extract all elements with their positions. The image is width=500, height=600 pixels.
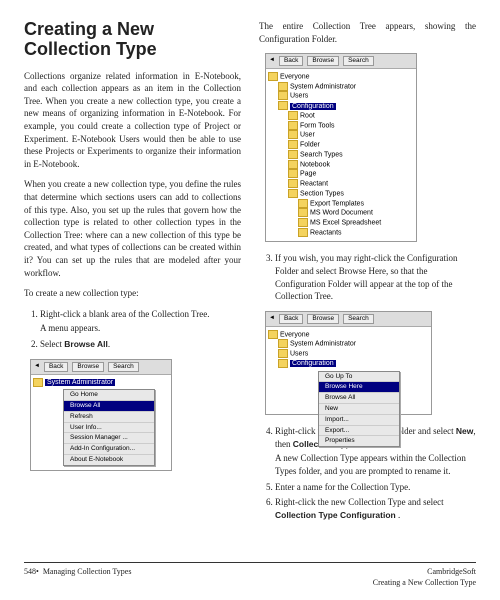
menu-item-browse-all[interactable]: Browse All [319,393,399,404]
back-arrow-icon: ◄ [269,57,275,64]
folder-icon [278,82,288,91]
tree-row[interactable]: Notebook [268,160,414,170]
page-title: Creating a New Collection Type [24,20,241,60]
tree-row[interactable]: Users [268,349,429,359]
footer-right-2: Creating a New Collection Type [373,577,476,588]
search-button[interactable]: Search [343,314,374,324]
browse-button[interactable]: Browse [307,56,339,66]
tree-row[interactable]: MS Word Document [268,208,414,218]
menu-item-refresh[interactable]: Refresh [64,412,154,423]
tree-row[interactable]: Root [268,111,414,121]
back-button[interactable]: Back [44,362,68,372]
menu-item-session-manager[interactable]: Session Manager ... [64,433,154,444]
folder-icon [288,169,298,178]
tree-row[interactable]: System Administrator [33,378,169,388]
menu-item-user-info[interactable]: User Info... [64,423,154,434]
tree-row[interactable]: Search Types [268,150,414,160]
menu-item-go-up[interactable]: Go Up To [319,372,399,383]
folder-icon [288,121,298,130]
step-1-sub: A menu appears. [40,322,241,335]
tree-row[interactable]: Page [268,169,414,179]
tree-row[interactable]: System Administrator [268,82,414,92]
back-button[interactable]: Back [279,56,303,66]
step-6: Right-click the new Collection Type and … [275,496,476,521]
back-arrow-icon: ◄ [34,363,40,370]
toolbar: ◄ Back Browse Search [31,360,171,375]
menu-item-browse-here[interactable]: Browse Here [319,382,399,393]
folder-icon [298,218,308,227]
footer-right-1: CambridgeSoft [373,566,476,577]
intro-paragraph-2: When you create a new collection type, y… [24,178,241,279]
tree-row[interactable]: User [268,130,414,140]
screenshot-context-menu: ◄ Back Browse Search System Administrato… [30,359,172,471]
step-3: If you wish, you may right-click the Con… [275,252,476,302]
step-2: Select Browse All. [40,338,241,351]
menu-item-about[interactable]: About E-Notebook [64,455,154,465]
tree-row[interactable]: Everyone [268,72,414,82]
back-button[interactable]: Back [279,314,303,324]
tree-row[interactable]: System Administrator [268,339,429,349]
search-button[interactable]: Search [343,56,374,66]
tree-row[interactable]: Users [268,91,414,101]
folder-icon [288,150,298,159]
tree-row[interactable]: Everyone [268,330,429,340]
folder-open-icon [278,101,288,110]
screenshot-browse-here: ◄ Back Browse Search Everyone System Adm… [265,311,432,415]
tree-row[interactable]: Configuration [268,101,414,111]
steps-right-a: If you wish, you may right-click the Con… [259,252,476,302]
lead-in: To create a new collection type: [24,287,241,300]
folder-icon [288,111,298,120]
intro-paragraph-1: Collections organize related information… [24,70,241,171]
tree-row[interactable]: Form Tools [268,121,414,131]
folder-icon [278,339,288,348]
folder-icon [268,330,278,339]
tree-row[interactable]: Section Types [268,189,414,199]
tree-row[interactable]: Export Templates [268,199,414,209]
screenshot-full-tree: ◄ Back Browse Search Everyone System Adm… [265,53,417,242]
folder-icon [288,130,298,139]
folder-icon [298,208,308,217]
right-intro: The entire Collection Tree appears, show… [259,20,476,45]
tree-row[interactable]: Reactant [268,179,414,189]
menu-item-export[interactable]: Export... [319,426,399,437]
context-menu: Go Home Browse All Refresh User Info... … [63,389,155,466]
toolbar: ◄ Back Browse Search [266,312,431,327]
folder-icon [298,199,308,208]
folder-icon [288,179,298,188]
folder-icon [278,91,288,100]
search-button[interactable]: Search [108,362,139,372]
folder-open-icon [278,359,288,368]
folder-icon [33,378,43,387]
folder-icon [288,160,298,169]
toolbar: ◄ Back Browse Search [266,54,416,69]
step-5: Enter a name for the Collection Type. [275,481,476,494]
page-footer: 548• Managing Collection Types Cambridge… [24,562,476,588]
menu-item-browse-all[interactable]: Browse All [64,401,154,412]
folder-icon [278,349,288,358]
folder-icon [288,140,298,149]
footer-left: Managing Collection Types [43,567,132,576]
step-4-sub: A new Collection Type appears within the… [275,452,476,477]
menu-item-import[interactable]: Import... [319,415,399,426]
menu-item-properties[interactable]: Properties [319,436,399,446]
menu-item-addin-config[interactable]: Add-In Configuration... [64,444,154,455]
menu-item-new[interactable]: New [319,404,399,415]
folder-icon [298,228,308,237]
menu-item-go-home[interactable]: Go Home [64,390,154,401]
step-1: Right-click a blank area of the Collecti… [40,308,241,335]
folder-icon [268,72,278,81]
folder-open-icon [288,189,298,198]
browse-button[interactable]: Browse [72,362,104,372]
tree-row[interactable]: Reactants [268,228,414,238]
back-arrow-icon: ◄ [269,315,275,322]
context-menu: Go Up To Browse Here Browse All New Impo… [318,371,400,448]
tree-row[interactable]: Configuration [268,359,429,369]
browse-button[interactable]: Browse [307,314,339,324]
steps-left: Right-click a blank area of the Collecti… [24,308,241,351]
page-number: 548• [24,567,39,576]
tree-row[interactable]: MS Excel Spreadsheet [268,218,414,228]
tree-row[interactable]: Folder [268,140,414,150]
